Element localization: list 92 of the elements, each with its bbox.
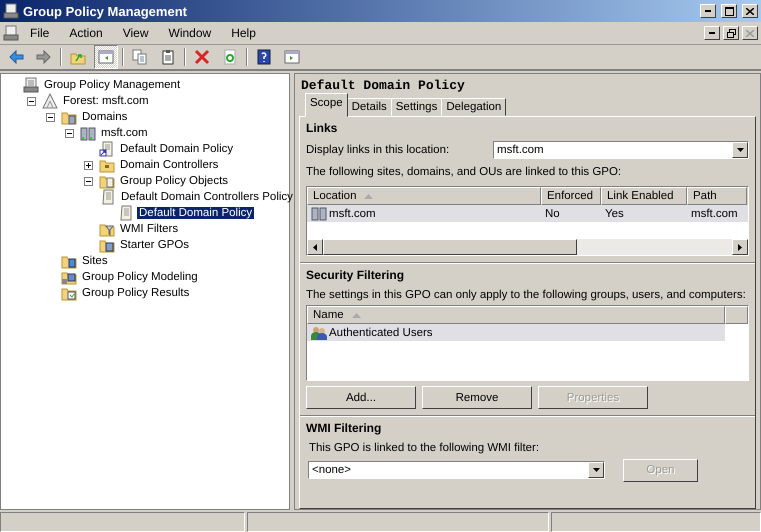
tab[interactable]: Settings: [390, 98, 442, 116]
dropdown-arrow-icon: [736, 148, 744, 152]
copy-icon: [132, 49, 148, 65]
sort-arrow-icon: [352, 312, 361, 318]
scroll-right-icon: [738, 244, 742, 250]
tree-item[interactable]: Domain Controllers: [118, 159, 220, 171]
close-icon: [746, 30, 754, 36]
close-button[interactable]: [742, 4, 758, 18]
tree-item[interactable]: Group Policy Objects: [118, 175, 230, 187]
tab[interactable]: Scope: [305, 93, 348, 117]
servers-icon: [311, 206, 327, 220]
tree-item[interactable]: Default Domain Policy: [137, 207, 254, 219]
tree-item[interactable]: Default Domain Policy: [118, 143, 236, 155]
forward-icon: [36, 49, 52, 65]
column-header[interactable]: Path: [687, 187, 747, 205]
scroll-left-icon: [313, 244, 317, 250]
section-heading: Links: [306, 121, 338, 137]
table-cell: Yes: [605, 208, 624, 220]
action-button[interactable]: Remove: [422, 386, 532, 409]
maximize-button[interactable]: [721, 4, 737, 18]
location-dropdown[interactable]: msft.com: [493, 141, 749, 159]
table-cell: No: [545, 208, 560, 220]
restore-button[interactable]: [723, 26, 739, 40]
section-heading: Security Filtering: [306, 268, 406, 284]
policy-scroll-icon: [100, 189, 116, 205]
menu-item[interactable]: File: [21, 24, 58, 42]
menu-item[interactable]: Help: [222, 24, 265, 42]
dropdown-arrow-icon: [592, 468, 600, 472]
links-note: The following sites, domains, and OUs are linked to this GPO:: [306, 165, 622, 180]
tree-item[interactable]: WMI Filters: [118, 223, 180, 235]
column-header[interactable]: Link Enabled: [601, 187, 687, 205]
collapse-toggle[interactable]: [27, 96, 36, 106]
collapse-toggle[interactable]: [84, 176, 93, 186]
tab[interactable]: Delegation: [441, 98, 506, 116]
maximize-icon: [724, 6, 734, 16]
horizontal-scrollbar[interactable]: [307, 239, 748, 255]
tree-item[interactable]: Sites: [80, 255, 110, 267]
help-icon: [256, 49, 272, 65]
wmi-filter-dropdown[interactable]: <none>: [308, 461, 605, 479]
action-button[interactable]: Add...: [306, 386, 416, 409]
delete-icon: [194, 49, 210, 65]
tree-item[interactable]: Group Policy Results: [80, 287, 192, 299]
window-title: Group Policy Management: [23, 4, 187, 18]
column-header[interactable]: Enforced: [541, 187, 601, 205]
section-heading: WMI Filtering: [306, 421, 382, 437]
forest-icon: [42, 93, 58, 109]
console-icon: [23, 77, 39, 93]
back-icon: [8, 49, 24, 65]
collapse-toggle[interactable]: [65, 128, 74, 138]
close-icon: [746, 8, 754, 14]
expand-toggle[interactable]: [84, 160, 93, 170]
menu-item[interactable]: Action: [60, 24, 112, 42]
menu-item[interactable]: Window: [160, 24, 220, 42]
list-row[interactable]: Authenticated Users: [307, 324, 725, 341]
tree-item[interactable]: Default Domain Controllers Policy: [119, 191, 295, 203]
tree-item[interactable]: Starter GPOs: [118, 239, 192, 251]
tree-item[interactable]: Domains: [80, 111, 130, 123]
servers-icon: [80, 125, 96, 141]
tree-item[interactable]: msft.com: [99, 127, 150, 139]
table-row[interactable]: msft.com No Yes msft.com: [307, 205, 748, 222]
restore-icon: [726, 28, 736, 38]
collapse-toggle[interactable]: [46, 112, 55, 122]
minimize-icon: [709, 32, 715, 34]
tree-item[interactable]: Group Policy Modeling: [80, 271, 200, 283]
minimize-button[interactable]: [700, 4, 716, 18]
table-cell: msft.com: [329, 208, 376, 220]
policy-title: Default Domain Policy: [300, 78, 466, 95]
app-icon: [3, 3, 19, 19]
tree-item[interactable]: Forest: msft.com: [61, 95, 151, 107]
policy-scroll-icon: [118, 205, 134, 221]
table-cell: msft.com: [691, 208, 738, 220]
wmi-note: This GPO is linked to the following WMI filter:: [308, 441, 540, 456]
minimize-icon: [705, 10, 711, 12]
users-icon: [311, 326, 327, 340]
sort-arrow-icon: [364, 194, 374, 198]
action-pane-icon: [284, 49, 300, 65]
refresh-icon: [222, 49, 238, 65]
column-header[interactable]: Location: [307, 187, 541, 205]
policy-shortcut-icon: [99, 141, 115, 157]
paste-icon: [160, 49, 176, 65]
pane-icon: [98, 49, 114, 65]
user-group-name: Authenticated Users: [329, 326, 433, 338]
tree-item[interactable]: Group Policy Management: [42, 79, 182, 91]
close-button[interactable]: [742, 26, 758, 40]
security-note: The settings in this GPO can only apply to the following groups, users, and computers:: [306, 288, 747, 303]
column-header[interactable]: [725, 306, 748, 324]
field-label: Display links in this location:: [306, 144, 450, 156]
minimize-button[interactable]: [704, 26, 720, 40]
console-icon: [3, 25, 19, 41]
toolbar-button[interactable]: [94, 45, 118, 69]
menu-item[interactable]: View: [114, 24, 158, 42]
column-header[interactable]: Name: [307, 306, 725, 324]
